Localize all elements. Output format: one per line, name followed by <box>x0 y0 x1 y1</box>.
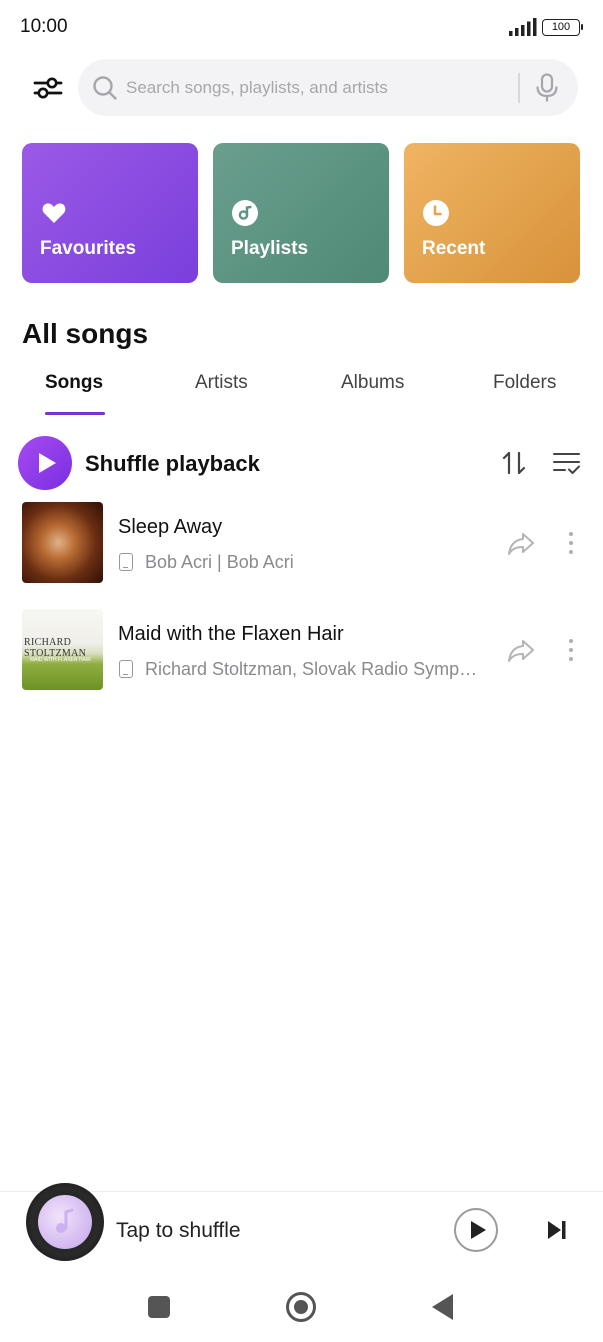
playlists-label: Playlists <box>231 238 309 259</box>
song-row[interactable]: Sleep Away Bob Acri | Bob Acri <box>0 502 603 594</box>
song-artist: Richard Stoltzman, Slovak Radio Symph… <box>145 659 485 679</box>
phone-storage-icon <box>119 660 133 678</box>
song-row[interactable]: RICHARD STOLTZMAN MAID WITH FLAXEN HAIR … <box>0 609 603 701</box>
favourites-label: Favourites <box>40 238 137 259</box>
search-input[interactable] <box>126 69 506 106</box>
tab-artists[interactable]: Artists <box>195 372 248 394</box>
play-button[interactable] <box>454 1208 498 1252</box>
page-title: All songs <box>22 318 149 349</box>
tab-albums[interactable]: Albums <box>341 372 404 394</box>
search-divider <box>518 73 520 103</box>
home-button[interactable] <box>286 1292 316 1322</box>
multi-select-icon[interactable] <box>552 449 582 477</box>
clock-icon <box>423 200 449 226</box>
mini-player[interactable]: Tap to shuffle <box>0 1183 603 1271</box>
status-time: 10:00 <box>20 16 68 37</box>
tab-folders[interactable]: Folders <box>493 372 556 394</box>
recent-apps-button[interactable] <box>148 1296 170 1318</box>
phone-storage-icon <box>119 553 133 571</box>
search-bar[interactable] <box>78 59 578 116</box>
song-title: Sleep Away <box>118 516 223 538</box>
skip-next-icon[interactable] <box>545 1218 569 1242</box>
search-icon <box>93 76 117 100</box>
quick-access-cards: Favourites Playlists Recent <box>22 143 580 283</box>
shuffle-row: Shuffle playback <box>18 435 585 491</box>
song-title: Maid with the Flaxen Hair <box>118 623 344 645</box>
back-button[interactable] <box>432 1294 453 1320</box>
recent-card[interactable]: Recent <box>404 143 580 283</box>
tab-indicator <box>45 412 105 415</box>
battery-level: 100 <box>551 21 571 33</box>
cover-artist-text: RICHARD STOLTZMAN <box>24 637 87 659</box>
tab-songs[interactable]: Songs <box>45 372 103 394</box>
microphone-icon[interactable] <box>534 73 560 103</box>
music-note-icon <box>38 1195 92 1249</box>
shuffle-play-button[interactable] <box>18 436 72 490</box>
sliders-icon <box>33 77 63 99</box>
share-icon[interactable] <box>506 528 536 558</box>
filter-button[interactable] <box>28 68 68 108</box>
signal-icon <box>509 18 537 36</box>
favourites-card[interactable]: Favourites <box>22 143 198 283</box>
cover-album-text: MAID WITH FLAXEN HAIR <box>30 657 91 663</box>
song-artist: Bob Acri | Bob Acri <box>145 552 294 572</box>
more-vertical-icon[interactable] <box>561 530 581 556</box>
album-cover <box>22 502 103 583</box>
status-bar: 10:00 100 <box>0 0 603 56</box>
music-disc-icon <box>232 200 258 226</box>
library-tabs: Songs Artists Albums Folders <box>0 372 603 418</box>
now-playing-disc[interactable] <box>26 1183 104 1261</box>
system-nav-bar <box>0 1272 603 1342</box>
album-cover: RICHARD STOLTZMAN MAID WITH FLAXEN HAIR <box>22 609 103 690</box>
heart-icon <box>42 203 66 223</box>
share-icon[interactable] <box>506 635 536 665</box>
playlists-card[interactable]: Playlists <box>213 143 389 283</box>
battery-icon: 100 <box>542 19 583 36</box>
sort-icon[interactable] <box>500 449 528 477</box>
more-vertical-icon[interactable] <box>561 637 581 663</box>
recent-label: Recent <box>422 238 486 259</box>
mini-player-label[interactable]: Tap to shuffle <box>116 1219 241 1243</box>
shuffle-label[interactable]: Shuffle playback <box>85 451 260 477</box>
